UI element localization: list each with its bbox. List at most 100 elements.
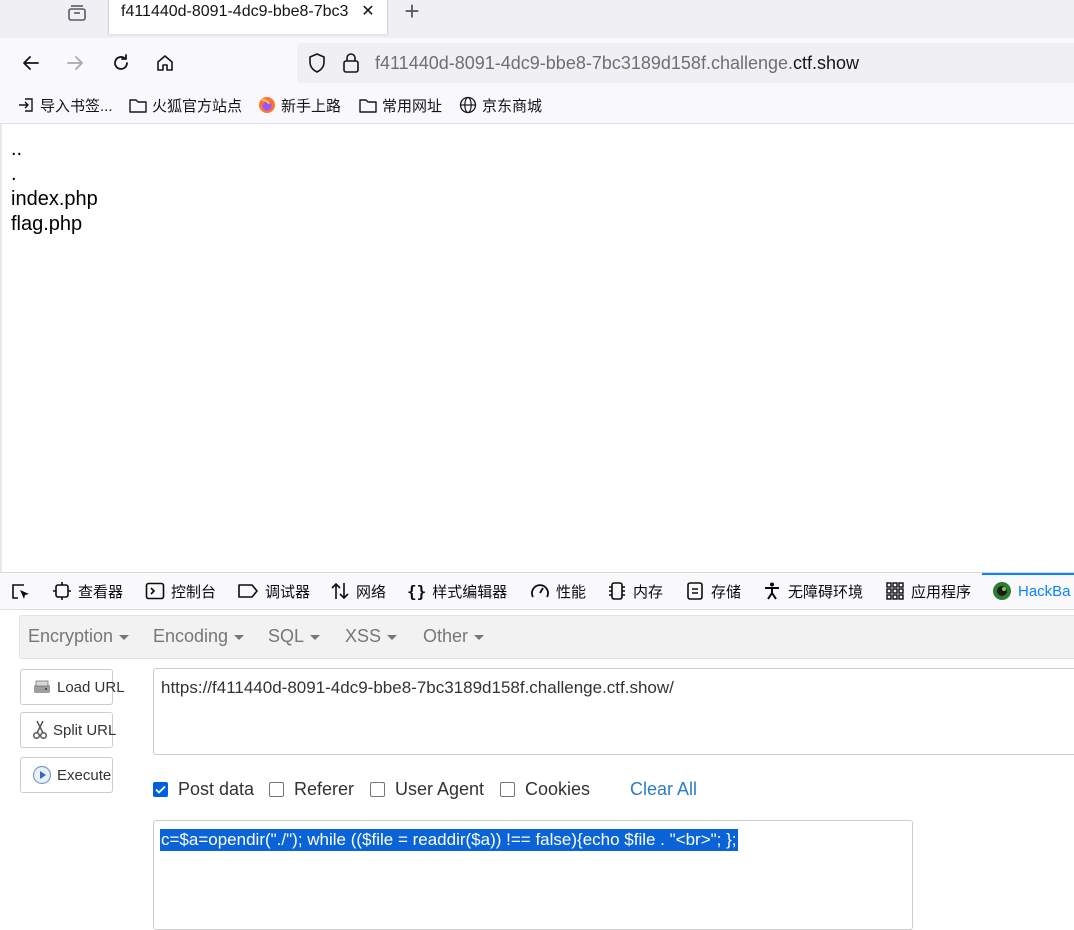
devtools-tab-console[interactable]: 控制台 (145, 579, 216, 603)
devtools-tab-label: 调试器 (265, 583, 311, 601)
bookmark-import[interactable]: 导入书签... (17, 94, 113, 116)
active-tab-indicator (982, 573, 1074, 575)
checkbox-label: Referer (294, 778, 355, 799)
tracking-shield-icon[interactable] (306, 52, 328, 79)
caret-down-icon (310, 634, 321, 640)
bookmark-firefox-site[interactable]: 火狐官方站点 (129, 94, 242, 116)
url-domain: ctf.show (793, 53, 860, 73)
folder-icon (129, 99, 147, 113)
checkbox-icon[interactable] (269, 781, 284, 797)
post-data-textarea[interactable]: c=$a=opendir("./"); while (($file = read… (153, 820, 913, 930)
devtools-tab-inspector[interactable]: 查看器 (52, 579, 123, 603)
menu-encoding[interactable]: Encoding (153, 625, 245, 647)
application-icon (886, 582, 904, 600)
bookmark-getting-started[interactable]: 新手上路 (258, 94, 341, 116)
devtools-tab-style-editor[interactable]: {} 样式编辑器 (407, 579, 507, 603)
cookies-checkbox[interactable]: Cookies (500, 778, 590, 800)
directory-listing: .. . index.php flag.php (11, 137, 98, 237)
url-text[interactable]: f411440d-8091-4dc9-bbe8-7bc3189d158f.cha… (375, 51, 859, 75)
url-prefix: f411440d-8091-4dc9-bbe8-7bc3189d158f.cha… (375, 53, 794, 73)
forward-icon[interactable] (58, 46, 92, 80)
devtools-tab-network[interactable]: 网络 (330, 579, 386, 603)
tab-title: f411440d-8091-4dc9-bbe8-7bc3 (121, 3, 349, 20)
checkbox-icon[interactable] (370, 781, 385, 797)
button-label: Load URL (57, 678, 125, 696)
bookmark-label: 导入书签... (40, 97, 113, 115)
menu-sql[interactable]: SQL (268, 625, 321, 647)
devtools-tab-label: 应用程序 (911, 583, 972, 601)
devtools-toolbar: 查看器 控制台 调试器 网络 {} 样式编辑器 性能 内存 存储 无障碍环境 应… (0, 573, 1074, 610)
clear-all-link[interactable]: Clear All (630, 778, 697, 800)
menu-label: SQL (268, 626, 305, 646)
listing-line-parent: .. (11, 138, 23, 160)
menu-encryption[interactable]: Encryption (28, 625, 130, 647)
bookmark-jd[interactable]: 京东商城 (459, 94, 542, 116)
active-tab[interactable]: f411440d-8091-4dc9-bbe8-7bc3 ✕ (108, 0, 388, 34)
checkbox-label: Post data (178, 778, 255, 799)
devtools-tab-label: 样式编辑器 (432, 583, 508, 601)
network-icon (331, 582, 349, 600)
load-url-button[interactable]: Load URL (20, 669, 125, 705)
checkbox-label: User Agent (395, 778, 485, 799)
user-agent-checkbox[interactable]: User Agent (370, 778, 484, 800)
storage-icon (687, 582, 703, 600)
tab-list-icon[interactable] (62, 0, 92, 26)
home-icon[interactable] (148, 46, 182, 80)
firefox-icon (259, 97, 275, 113)
url-textarea-value: https://f411440d-8091-4dc9-bbe8-7bc3189d… (161, 678, 674, 697)
bookmark-label: 常用网址 (382, 97, 443, 115)
menu-label: Other (423, 626, 469, 646)
globe-icon (459, 96, 477, 114)
debugger-icon (238, 584, 258, 598)
element-picker-icon[interactable] (10, 582, 32, 607)
accessibility-icon (765, 582, 779, 600)
devtools-tab-label: 控制台 (171, 583, 217, 601)
menu-label: XSS (345, 626, 382, 646)
listing-line-current: . (11, 163, 17, 185)
menu-other[interactable]: Other (423, 625, 485, 647)
style-editor-icon: {} (407, 581, 427, 601)
scissors-icon (32, 720, 48, 740)
post-data-checkbox[interactable]: Post data (153, 778, 254, 800)
listing-line-flag: flag.php (11, 213, 83, 235)
devtools-tab-performance[interactable]: 性能 (530, 579, 586, 603)
page-left-edge (0, 124, 2, 572)
back-icon[interactable] (14, 46, 48, 80)
execute-button[interactable]: Execute (20, 757, 113, 793)
caret-down-icon (474, 634, 485, 640)
performance-icon (531, 584, 549, 598)
hackbar-menu: Encryption Encoding SQL XSS Other (19, 615, 1074, 659)
bookmark-common-sites[interactable]: 常用网址 (359, 94, 442, 116)
caret-down-icon (387, 634, 398, 640)
devtools-tab-hackbar[interactable]: HackBa (992, 579, 1071, 603)
console-icon (145, 582, 165, 600)
bookmark-label: 京东商城 (482, 97, 543, 115)
navigation-bar: f411440d-8091-4dc9-bbe8-7bc3189d158f.cha… (0, 38, 1074, 88)
play-icon (32, 765, 52, 785)
devtools-tab-debugger[interactable]: 调试器 (237, 579, 310, 603)
button-label: Split URL (53, 721, 117, 739)
checkbox-icon[interactable] (500, 781, 515, 797)
lock-icon[interactable] (341, 52, 361, 79)
menu-xss[interactable]: XSS (345, 625, 398, 647)
checkbox-label: Cookies (525, 778, 591, 799)
new-tab-icon[interactable]: + (400, 0, 424, 24)
referer-checkbox[interactable]: Referer (269, 778, 354, 800)
tab-strip: f411440d-8091-4dc9-bbe8-7bc3 ✕ + (0, 0, 1074, 38)
bookmarks-toolbar: 导入书签... 火狐官方站点 新手上路 常用网址 京东商城 (0, 88, 1074, 124)
load-url-icon (32, 677, 52, 697)
split-url-button[interactable]: Split URL (20, 712, 117, 748)
devtools-tab-accessibility[interactable]: 无障碍环境 (762, 579, 863, 603)
memory-icon (609, 582, 625, 600)
devtools-tab-label: 无障碍环境 (788, 583, 864, 601)
devtools-tab-memory[interactable]: 内存 (607, 579, 663, 603)
devtools-tab-label: 内存 (633, 583, 664, 601)
checkbox-checked-icon[interactable] (153, 781, 168, 797)
devtools-tab-application[interactable]: 应用程序 (885, 579, 971, 603)
close-tab-icon[interactable]: ✕ (357, 1, 379, 23)
url-textarea[interactable]: https://f411440d-8091-4dc9-bbe8-7bc3189d… (153, 668, 1074, 755)
url-bar[interactable]: f411440d-8091-4dc9-bbe8-7bc3189d158f.cha… (297, 43, 1074, 83)
devtools-tab-storage[interactable]: 存储 (685, 579, 741, 603)
reload-icon[interactable] (104, 46, 138, 80)
bookmark-label: 火狐官方站点 (152, 97, 243, 115)
